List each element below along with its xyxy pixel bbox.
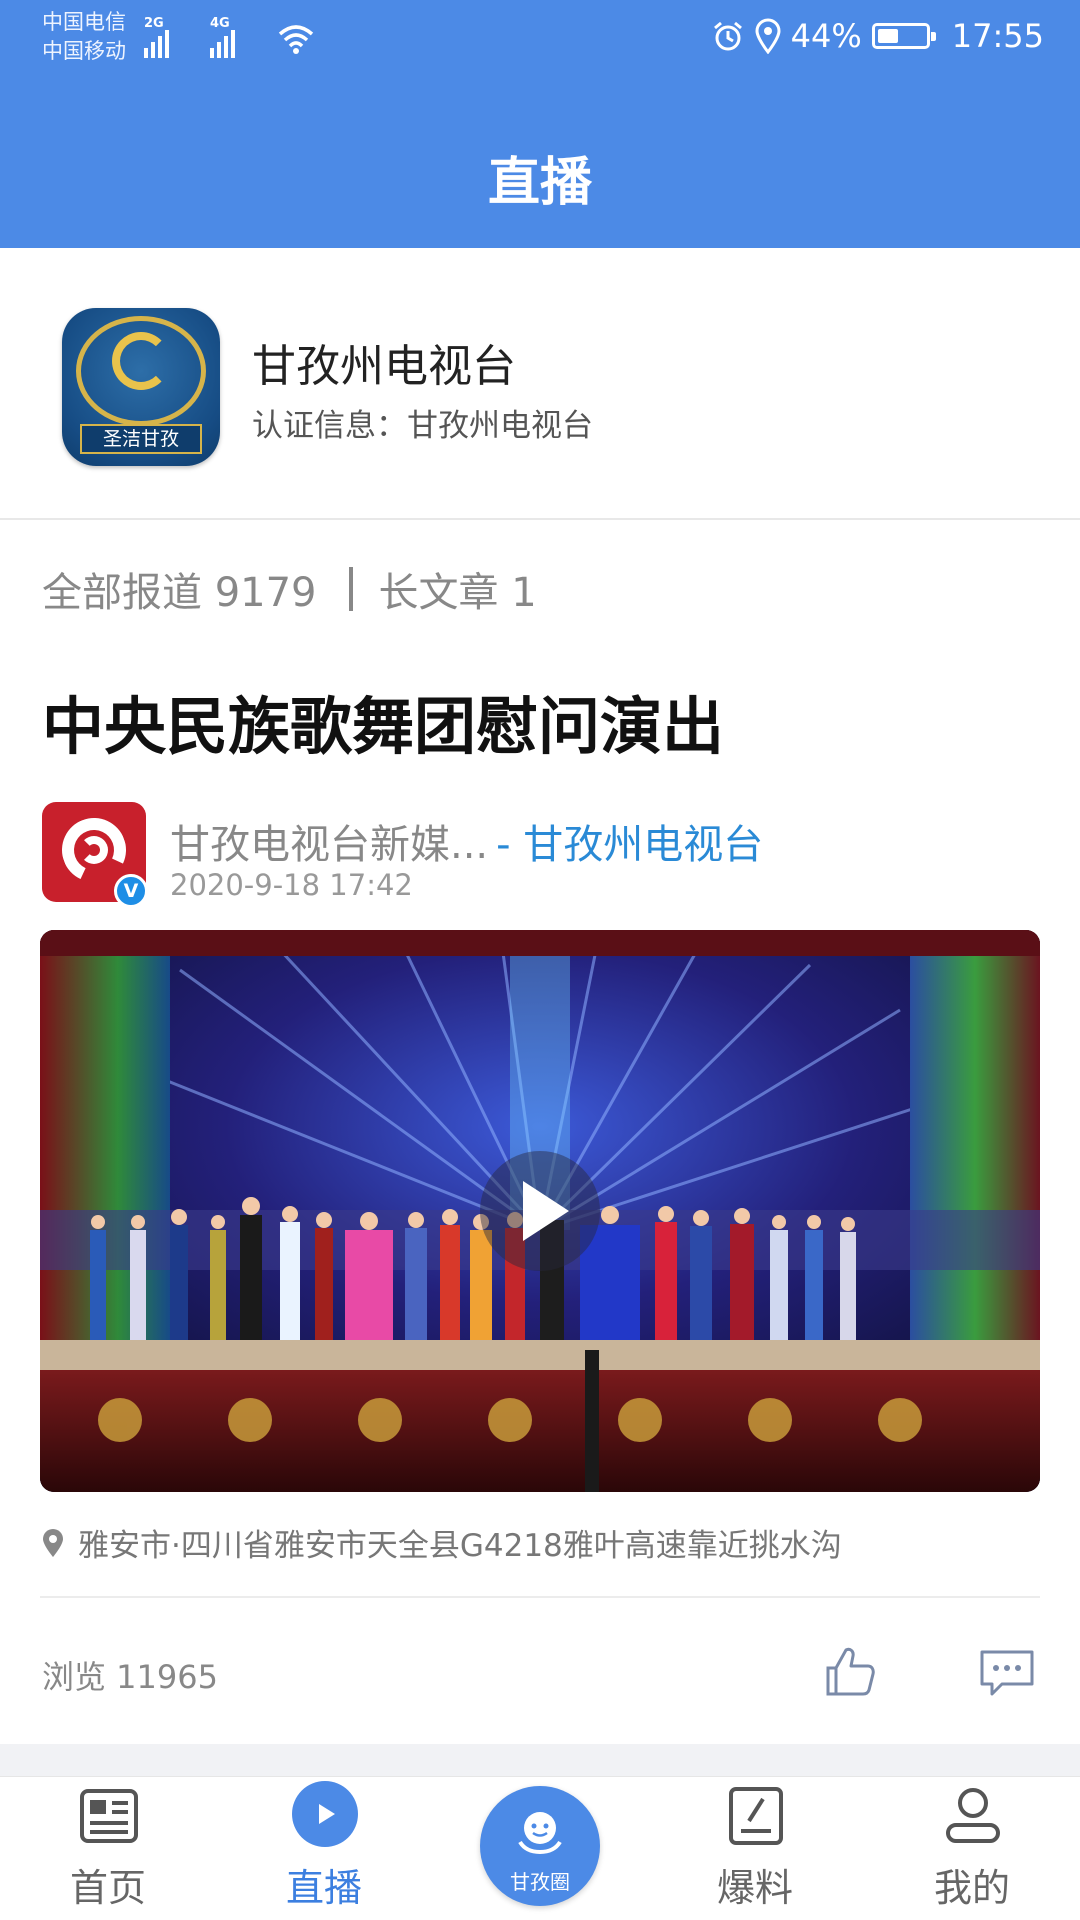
nav-report[interactable]: 爆料 [685,1777,825,1920]
nav-mine[interactable]: 我的 [902,1777,1042,1920]
channel-name: 甘孜州电视台 [252,341,516,392]
nav-live-label: 直播 [285,1866,362,1910]
network-type-2: 4G [210,16,230,31]
user-icon [946,1788,1000,1843]
post-date: 2020-9-18 17:42 [170,868,413,902]
battery-icon [871,23,936,49]
channel-logo: 圣洁甘孜 [62,308,220,466]
like-icon[interactable] [822,1644,878,1700]
location-status-icon [755,18,781,54]
report-stats: 全部报道 9179 长文章 1 [42,560,537,618]
play-icon [523,1181,569,1241]
page-title: 直播 [487,153,592,213]
all-reports-tab[interactable]: 全部报道 9179 [42,560,317,618]
video-player[interactable] [40,930,1040,1492]
news-icon [80,1789,138,1843]
network-type-1: 2G [144,16,164,31]
ganzi-circle-icon [518,1812,562,1855]
carrier-2: 中国移动 [42,39,126,63]
stats-divider [348,567,353,611]
play-button[interactable] [480,1151,600,1271]
play-circle-icon [292,1781,358,1847]
nav-home-label: 首页 [69,1866,146,1910]
author-line: 甘孜电视台新媒... - 甘孜州电视台 [170,812,763,870]
nav-ganzi-circle[interactable]: 甘孜圈 [480,1786,600,1906]
top-bar: 中国电信 中国移动 2G 4G 44% 17:55 直播 [0,0,1080,248]
channel-verification: 认证信息：甘孜州电视台 [252,408,593,444]
nav-report-label: 爆料 [716,1866,793,1910]
channel-card[interactable]: 圣洁甘孜 甘孜州电视台 认证信息：甘孜州电视台 [0,248,1080,520]
carrier-info: 中国电信 中国移动 [42,8,126,66]
author-name[interactable]: 甘孜电视台新媒... [170,822,488,868]
divider [40,1596,1040,1598]
wifi-icon [278,25,314,54]
feed-separator [0,1744,1080,1776]
nav-ganzi-circle-label: 甘孜圈 [510,1870,570,1894]
location-text: 雅安市·四川省雅安市天全县G4218雅叶高速靠近挑水沟 [78,1528,842,1564]
clock: 17:55 [951,17,1044,55]
status-right: 44% 17:55 [711,14,1044,58]
edit-icon [729,1787,783,1845]
status-bar: 中国电信 中国移动 2G 4G 44% 17:55 [0,0,1080,80]
verified-badge-icon: V [114,874,148,908]
nav-mine-label: 我的 [933,1866,1010,1910]
article-title[interactable]: 中央民族歌舞团慰问演出 [42,676,724,766]
nav-live[interactable]: 直播 [254,1777,394,1920]
logo-motto: 圣洁甘孜 [80,424,202,454]
comment-icon[interactable] [978,1648,1036,1698]
alarm-icon [713,21,742,51]
view-count: 浏览 11965 [42,1658,218,1696]
battery-percent: 44% [790,17,862,55]
nav-home[interactable]: 首页 [38,1777,178,1920]
long-articles-tab[interactable]: 长文章 1 [379,560,537,618]
carrier-1: 中国电信 [42,10,126,34]
map-pin-icon [43,1528,63,1557]
author-channel-link[interactable]: - 甘孜州电视台 [496,822,763,868]
location-row: 雅安市·四川省雅安市天全县G4218雅叶高速靠近挑水沟 [42,1520,842,1565]
